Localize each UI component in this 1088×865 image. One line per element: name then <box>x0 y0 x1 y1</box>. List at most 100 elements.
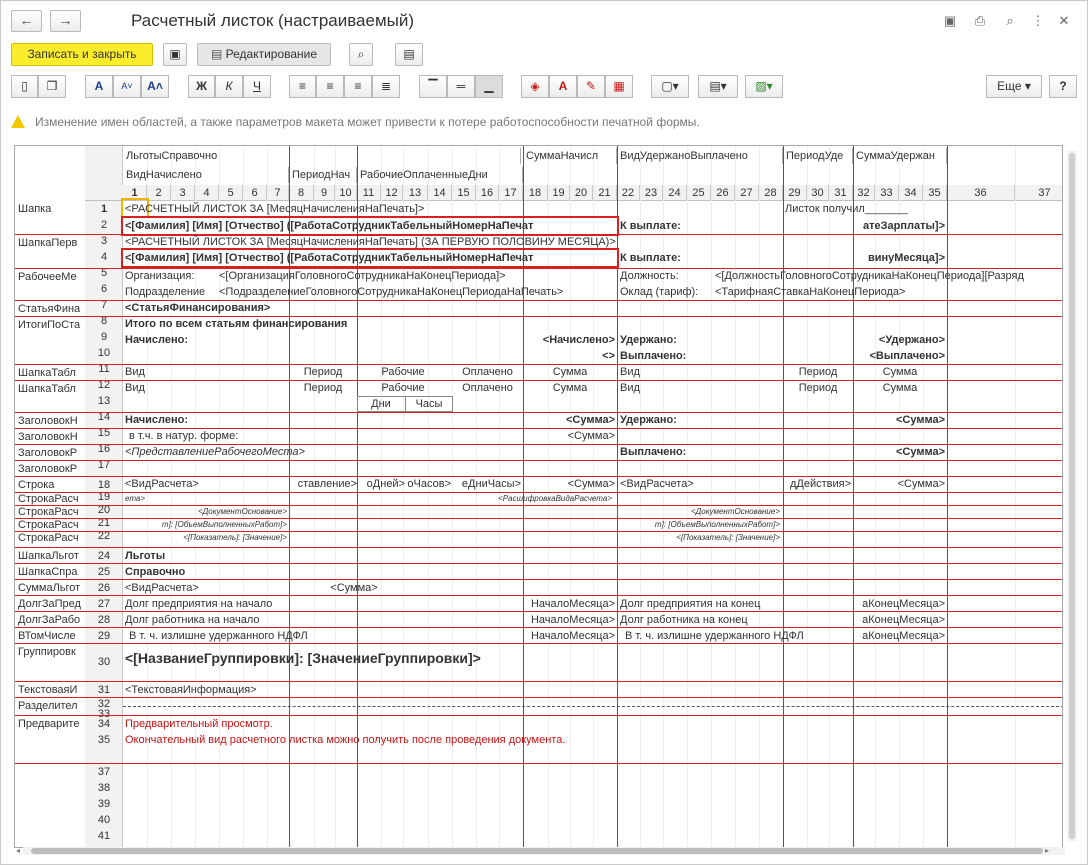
group-header[interactable]: ЛьготыСправочно <box>123 148 521 164</box>
cell-text[interactable]: <Выплачено> <box>853 348 945 364</box>
area-label[interactable]: ШапкаЛьгот <box>18 548 85 564</box>
area-label[interactable]: СтрокаРасч <box>18 532 85 545</box>
column-header[interactable]: 13 <box>403 185 428 201</box>
cell-text[interactable]: Сумма <box>853 380 947 396</box>
row-number[interactable]: 41 <box>85 828 123 844</box>
column-header[interactable]: 9 <box>314 185 335 201</box>
forward-button[interactable]: → <box>50 10 81 32</box>
column-header[interactable]: 37 <box>1015 185 1062 201</box>
column-header[interactable]: 22 <box>617 185 640 201</box>
cell-text[interactable]: Сумма <box>853 364 947 380</box>
cell-text[interactable]: <[Показатель]: [Значение]> <box>125 531 287 544</box>
cell-text[interactable]: оЧасов> <box>405 476 451 492</box>
cell-text[interactable]: аКонецМесяца> <box>853 628 945 644</box>
column-header[interactable]: 4 <box>195 185 219 201</box>
borders-dropdown-icon[interactable]: ▢▾ <box>651 75 689 98</box>
column-header[interactable]: 26 <box>711 185 735 201</box>
column-header[interactable]: 23 <box>640 185 663 201</box>
row-number[interactable]: 2 <box>85 217 123 233</box>
valign-top-icon[interactable]: ▔ <box>419 75 447 98</box>
cell-text[interactable]: К выплате: <box>620 218 780 234</box>
column-header[interactable]: 10 <box>335 185 357 201</box>
cell-text[interactable]: ета> <box>125 492 285 505</box>
column-header[interactable]: 16 <box>476 185 499 201</box>
cell-text[interactable]: Должность: <box>620 268 714 284</box>
back-button[interactable]: ← <box>11 10 42 32</box>
cell-text[interactable]: оДней> <box>357 476 405 492</box>
column-header[interactable]: 11 <box>357 185 381 201</box>
cell-text[interactable]: Сумма <box>523 364 617 380</box>
area-label[interactable]: Предварите <box>18 716 85 732</box>
row-number[interactable]: 26 <box>85 580 123 596</box>
cell-text[interactable]: в т.ч. в натур. форме: <box>129 428 289 444</box>
row-number[interactable]: 39 <box>85 796 123 812</box>
cell-text[interactable]: Листок получил_______ <box>785 201 925 217</box>
cell-text[interactable]: Оплачено <box>452 364 523 380</box>
column-header[interactable]: 15 <box>452 185 476 201</box>
cell-text[interactable]: ставление> <box>289 476 357 492</box>
document-icon[interactable]: ▤ <box>395 43 423 66</box>
column-header[interactable]: 21 <box>593 185 617 201</box>
valign-bottom-icon[interactable]: ▁ <box>475 75 503 98</box>
cell-text[interactable]: <Сумма> <box>853 476 945 492</box>
cell-text[interactable]: т]: [ОбъемВыполненныхРабот]> <box>125 518 287 531</box>
cell-text[interactable]: <ПредставлениеРабочегоМеста> <box>125 444 485 460</box>
cell-text[interactable]: <РасшифровкаВидаРасчета> <box>455 492 655 505</box>
cell-text[interactable]: <[Показатель]: [Значение]> <box>620 531 780 544</box>
cell-text[interactable]: еДниЧасы> <box>452 476 521 492</box>
cell-text[interactable]: <[ОрганизацияГоловногоСотрудникаНаКонецП… <box>219 268 615 284</box>
area-label[interactable]: ШапкаПерв <box>18 235 85 251</box>
area-label[interactable]: ШапкаТабл <box>18 381 85 397</box>
cell-text[interactable]: Долг работника на конец <box>620 612 782 628</box>
column-header[interactable]: 5 <box>219 185 243 201</box>
cell-text[interactable]: Вид <box>125 380 285 396</box>
column-header[interactable]: 17 <box>499 185 523 201</box>
align-center-icon[interactable]: ≡ <box>316 75 344 98</box>
column-header[interactable]: 28 <box>759 185 783 201</box>
picture-dropdown-icon[interactable]: ▨▾ <box>745 75 783 98</box>
group-header[interactable]: ПериодУде <box>783 148 853 164</box>
cell-text[interactable]: т]: [ОбъемВыполненныхРабот]> <box>620 518 780 531</box>
column-header[interactable]: 34 <box>899 185 923 201</box>
cell-text[interactable]: Справочно <box>125 564 285 580</box>
cell-text[interactable]: <[Фамилия] [Имя] [Отчество] ([РаботаСотр… <box>125 250 615 266</box>
cell-text[interactable]: дДействия> <box>783 476 851 492</box>
scroll-left-icon[interactable]: ◂ <box>16 846 24 856</box>
cell-text[interactable]: Долг работника на начало <box>125 612 287 628</box>
area-label[interactable]: ДолгЗаПред <box>18 596 85 612</box>
row-number[interactable]: 31 <box>85 682 123 698</box>
cell-text[interactable]: <ПодразделениеГоловногоСотрудникаНаКонец… <box>219 284 615 300</box>
cell-text[interactable]: Период <box>783 364 853 380</box>
area-label[interactable]: ЗаголовокН <box>18 429 85 445</box>
cell-text[interactable]: аКонецМесяца> <box>853 596 945 612</box>
cell-text[interactable]: Долг предприятия на начало <box>125 596 287 612</box>
bold-button[interactable]: Ж <box>188 75 215 98</box>
cell-text[interactable]: <Сумма> <box>289 580 419 596</box>
row-number[interactable]: 4 <box>85 249 123 265</box>
cell-text[interactable]: Льготы <box>125 548 285 564</box>
editing-toggle-button[interactable]: ▤ Редактирование <box>197 43 331 66</box>
copy-icon[interactable]: ❐ <box>38 75 66 98</box>
cell-text[interactable]: Сумма <box>523 380 617 396</box>
cell-text[interactable]: <Начислено> <box>523 332 615 348</box>
font-icon[interactable]: A <box>85 75 113 98</box>
area-label[interactable]: СтатьяФина <box>18 301 85 317</box>
cell-text[interactable]: Предварительный просмотр. <box>125 716 425 732</box>
cell-text[interactable]: Удержано: <box>620 412 780 428</box>
clear-format-icon[interactable]: ▦ <box>605 75 633 98</box>
row-number[interactable]: 1 <box>85 201 123 217</box>
more-button[interactable]: Еще ▾ <box>986 75 1042 98</box>
cell-text[interactable]: <Удержано> <box>853 332 945 348</box>
save-icon[interactable]: ▣ <box>941 12 959 29</box>
cell-text[interactable]: <ТекстоваяИнформация> <box>125 682 385 698</box>
row-number[interactable]: 6 <box>85 281 123 297</box>
align-justify-icon[interactable]: ≣ <box>372 75 400 98</box>
group-header[interactable]: СуммаНачисл <box>523 148 617 164</box>
cell-text[interactable]: НачалоМесяца> <box>523 628 615 644</box>
cell-text[interactable]: Начислено: <box>125 332 325 348</box>
column-header[interactable]: 32 <box>853 185 875 201</box>
cell-text[interactable]: Период <box>289 380 357 396</box>
area-label[interactable]: ЗаголовокР <box>18 461 85 477</box>
row-number[interactable]: 28 <box>85 612 123 628</box>
cell-text[interactable]: Оклад (тариф): <box>620 284 714 300</box>
